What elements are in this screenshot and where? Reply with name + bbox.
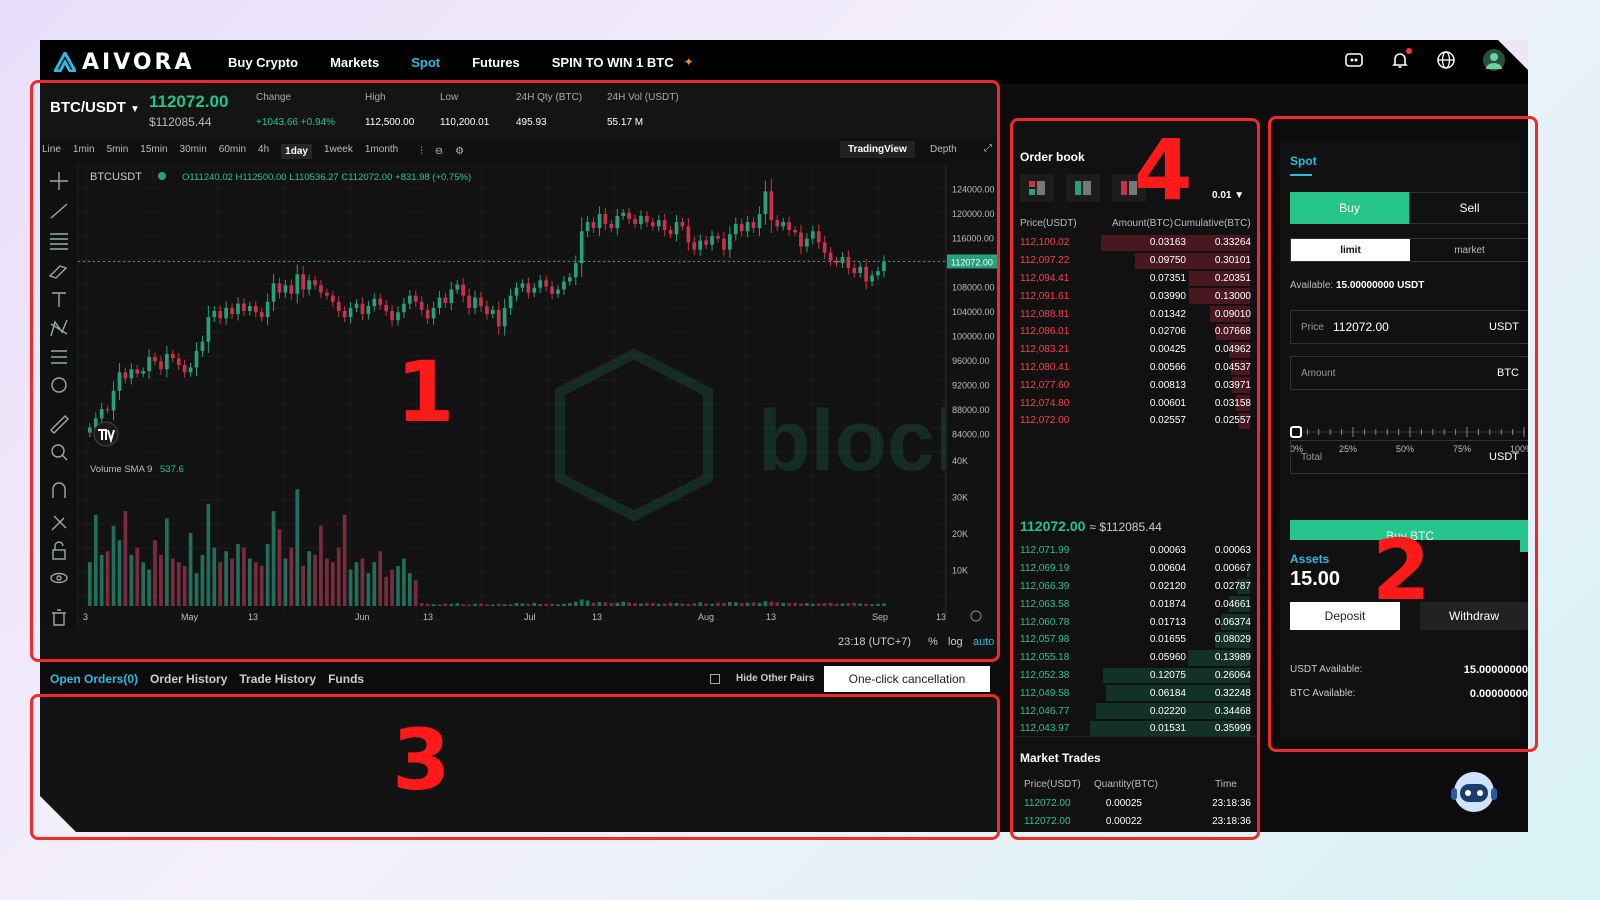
notification-bell[interactable] <box>1390 48 1412 70</box>
annotation-box-3 <box>30 694 1000 840</box>
orders-tab-list: Open Orders(0) Order History Trade History… <box>40 672 366 686</box>
hide-other-label: Hide Other Pairs <box>736 673 815 684</box>
spin-icon: ✦ <box>683 55 694 69</box>
nav-right-icons <box>1344 48 1506 72</box>
orders-tab-1[interactable]: Order History <box>150 672 227 686</box>
orders-tab-0[interactable]: Open Orders(0) <box>50 672 138 686</box>
annotation-box-4 <box>1010 118 1260 840</box>
annotation-number-1: 1 <box>396 343 455 441</box>
orders-tab-3[interactable]: Funds <box>328 672 364 686</box>
corner-fold-top <box>1498 40 1528 70</box>
top-navigation: AIVORA Buy Crypto Markets Spot Futures SPIN … <box>40 40 1528 84</box>
globe-icon[interactable] <box>1436 50 1456 70</box>
nav-item-3[interactable]: Futures <box>472 55 520 70</box>
orders-tab-2[interactable]: Trade History <box>239 672 316 686</box>
logo[interactable]: AIVORA <box>54 50 204 75</box>
annotation-number-4: 4 <box>1134 121 1193 219</box>
annotation-box-2 <box>1268 116 1538 752</box>
annotation-box-1 <box>30 80 1000 662</box>
annotation-number-2: 2 <box>1372 521 1431 619</box>
checkbox[interactable] <box>710 673 720 684</box>
logo-text: AIVORA <box>82 49 195 75</box>
support-bot-icon[interactable] <box>1446 762 1502 818</box>
nav-item-4[interactable]: SPIN TO WIN 1 BTC <box>552 55 674 70</box>
main-nav: Buy Crypto Markets Spot Futures SPIN TO WIN … <box>228 55 674 70</box>
notification-badge <box>1406 48 1412 54</box>
logo-icon <box>54 52 76 72</box>
nav-item-1[interactable]: Markets <box>330 55 379 70</box>
annotation-number-3: 3 <box>392 711 451 809</box>
gift-icon[interactable] <box>1344 50 1364 70</box>
one-click-cancel-button[interactable]: One-click cancellation <box>824 666 990 692</box>
hide-other-pairs[interactable]: Hide Other Pairs <box>710 673 816 684</box>
orders-tabs: Open Orders(0) Order History Trade History… <box>40 664 1000 694</box>
nav-item-0[interactable]: Buy Crypto <box>228 55 298 70</box>
nav-item-2[interactable]: Spot <box>411 55 440 70</box>
